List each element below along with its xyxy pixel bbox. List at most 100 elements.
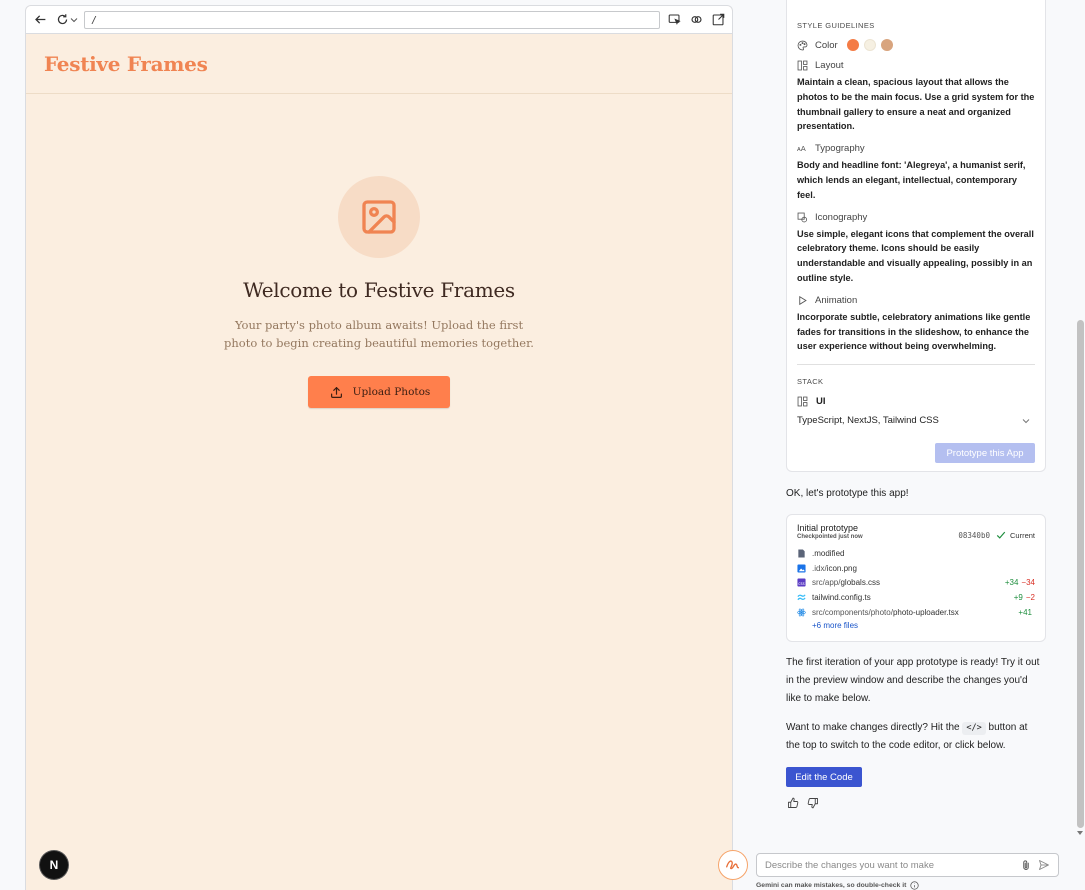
layout-icon [797, 396, 808, 407]
lines-removed: −34 [1021, 578, 1035, 588]
ok-message: OK, let's prototype this app! [786, 488, 909, 499]
welcome-subtitle: Your party's photo album awaits! Upload … [224, 318, 534, 350]
file-path: src/components/photo/photo-uploader.tsx [812, 608, 1018, 617]
stack-tech-row[interactable]: TypeScript, NextJS, Tailwind CSS [797, 415, 1035, 426]
iconography-row: Iconography [797, 212, 1035, 223]
layout-label: Layout [815, 60, 844, 71]
upload-photos-label: Upload Photos [352, 386, 431, 398]
animation-label: Animation [815, 294, 858, 306]
shapes-icon [797, 212, 808, 222]
file-name: tailwind.config.ts [812, 593, 871, 603]
color-swatch-background [863, 39, 876, 51]
checkpoint-title: Initial prototype [797, 523, 859, 533]
app-header: Festive Frames [26, 34, 732, 94]
feedback-buttons [787, 797, 819, 809]
style-guidelines-card: STYLE GUIDELINES Color Layout Maintain a… [786, 0, 1046, 472]
iconography-description: Use simple, elegant icons that complemen… [797, 228, 1034, 283]
chat-input[interactable] [765, 859, 1014, 871]
file-name: photo-uploader.tsx [892, 608, 959, 618]
typography-label: Typography [815, 143, 865, 155]
prototype-app-button[interactable]: Prototype this App [935, 443, 1035, 463]
preview-toolbar: / [26, 6, 732, 34]
typography-row: ᴀA Typography [797, 143, 1035, 154]
animation-description: Incorporate subtle, celebratory animatio… [797, 311, 1031, 352]
stack-ui-row: UI [797, 396, 1035, 407]
scroll-down-arrow[interactable] [1077, 831, 1083, 835]
scrollbar-thumb[interactable] [1077, 320, 1084, 828]
image-icon [797, 564, 806, 573]
palette-icon [797, 40, 808, 50]
disclaimer-text: Gemini can make mistakes, so double-chec… [756, 882, 907, 889]
color-label: Color [815, 39, 838, 51]
stack-tech-text: TypeScript, NextJS, Tailwind CSS [797, 415, 939, 427]
send-icon[interactable] [1038, 859, 1050, 871]
thumbs-up-icon[interactable] [787, 797, 799, 809]
disclaimer: Gemini can make mistakes, so double-chec… [756, 881, 919, 890]
file-name: .modified [812, 548, 845, 558]
file-icon [797, 549, 806, 558]
color-swatch-accent [880, 39, 893, 51]
nextjs-dev-badge[interactable]: N [40, 851, 68, 879]
gemini-avatar [718, 850, 748, 880]
play-icon [799, 295, 807, 305]
layout-icon [797, 60, 808, 71]
checkpoint-status: Current [1009, 530, 1035, 540]
edit-code-button[interactable]: Edit the Code [786, 767, 862, 787]
back-arrow-icon[interactable] [32, 12, 48, 28]
file-row[interactable]: .idx/icon.png [797, 561, 1035, 576]
react-icon [797, 608, 806, 617]
url-bar[interactable]: / [84, 10, 660, 29]
info-icon[interactable] [910, 881, 919, 890]
changes-message: Want to make changes directly? Hit the <… [786, 719, 1041, 755]
thumbs-down-icon[interactable] [807, 797, 819, 809]
color-row: Color [797, 39, 1035, 51]
css-icon: css [797, 578, 806, 588]
check-icon [996, 531, 1006, 539]
lines-removed: −2 [1025, 593, 1035, 603]
file-name: icon.png [826, 563, 857, 573]
changed-files-list: .modified .idx/icon.png css src/app/globals… [797, 546, 1035, 620]
checkpoint-subtitle: Checkpointed just now [797, 534, 863, 540]
ready-message: The first iteration of your app prototyp… [786, 657, 1040, 704]
divider [797, 364, 1035, 366]
file-path: .modified [812, 549, 1032, 558]
upload-photos-button[interactable]: Upload Photos [307, 376, 451, 408]
lines-added: +41 [1018, 608, 1032, 618]
file-path: tailwind.config.ts [812, 593, 1014, 602]
file-path: .idx/icon.png [812, 564, 1032, 573]
checkpoint-hash[interactable]: 08340b0 [958, 531, 990, 540]
gemini-logo-icon [726, 860, 740, 870]
file-row[interactable]: src/components/photo/photo-uploader.tsx +… [797, 605, 1035, 620]
animation-row: Animation [797, 295, 1035, 306]
stack-ui-label: UI [816, 396, 826, 408]
stack-title: STACK [797, 377, 824, 387]
typography-description: Body and headline font: 'Alegreya', a hu… [797, 160, 1026, 200]
app-preview-pane: / Festive Frames Welcome to Festive Fram… [25, 5, 733, 890]
style-guidelines-title: STYLE GUIDELINES [797, 21, 875, 30]
color-swatch-primary [846, 39, 859, 51]
file-row[interactable]: .modified [797, 546, 1035, 561]
select-element-icon[interactable] [666, 12, 682, 28]
file-path: src/app/globals.css [812, 578, 1005, 587]
checkpoint-card: Initial prototype Checkpointed just now … [786, 514, 1046, 642]
upload-icon [330, 386, 342, 398]
brand-logo[interactable]: Festive Frames [44, 52, 208, 76]
link-icon[interactable] [688, 12, 704, 28]
chevron-down-icon[interactable] [70, 12, 78, 28]
file-row[interactable]: tailwind.config.ts +9 −2 [797, 590, 1035, 605]
more-files-link[interactable]: +6 more files [797, 621, 1035, 630]
empty-state: Welcome to Festive Frames Your party's p… [26, 176, 732, 408]
welcome-title: Welcome to Festive Frames [243, 278, 515, 302]
chat-input-box [756, 853, 1059, 877]
lines-added: +9 [1013, 593, 1023, 603]
layout-row: Layout [797, 60, 1035, 71]
tailwind-icon [797, 593, 806, 602]
reload-icon[interactable] [54, 12, 70, 28]
chevron-down-icon[interactable] [1021, 416, 1031, 426]
lines-added: +34 [1004, 578, 1019, 588]
file-row[interactable]: css src/app/globals.css +34 −34 [797, 576, 1035, 591]
layout-description: Maintain a clean, spacious layout that a… [797, 77, 1035, 132]
attach-icon[interactable] [1020, 859, 1032, 871]
file-dir: src/components/photo/ [812, 608, 893, 618]
open-external-icon[interactable] [710, 12, 726, 28]
